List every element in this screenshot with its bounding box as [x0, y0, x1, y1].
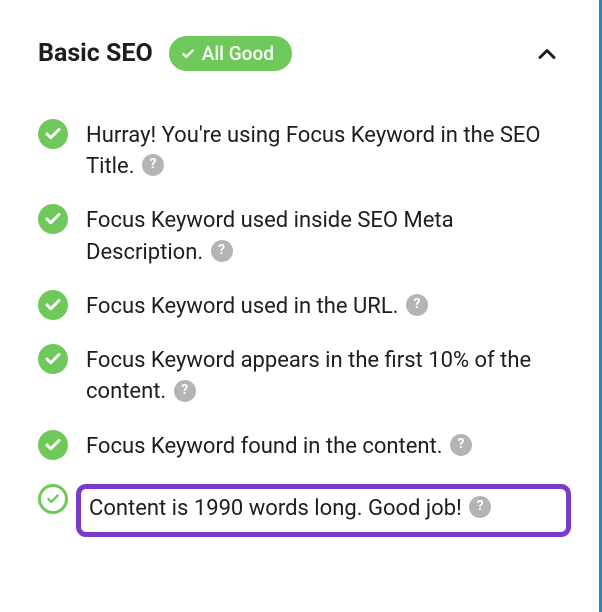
seo-panel: Basic SEO All Good Hurray! You're using … — [0, 0, 599, 555]
panel-title: Basic SEO — [38, 39, 153, 68]
list-item-text: Focus Keyword appears in the first 10% o… — [86, 344, 571, 407]
list-item-text: Focus Keyword used inside SEO Meta Descr… — [86, 204, 571, 267]
seo-checklist: Hurray! You're using Focus Keyword in th… — [38, 119, 571, 537]
help-icon[interactable]: ? — [450, 434, 472, 456]
check-icon — [38, 290, 68, 320]
list-item-label: Focus Keyword appears in the first 10% o… — [86, 348, 531, 404]
help-icon[interactable]: ? — [211, 240, 233, 262]
list-item: Hurray! You're using Focus Keyword in th… — [38, 119, 571, 182]
check-icon — [38, 204, 68, 234]
panel-header[interactable]: Basic SEO All Good — [38, 36, 571, 71]
chevron-up-icon[interactable] — [533, 40, 561, 68]
check-icon — [38, 484, 68, 514]
check-icon — [38, 119, 68, 149]
check-icon — [181, 47, 195, 61]
list-item: Content is 1990 words long. Good job! ? — [38, 484, 571, 537]
list-item: Focus Keyword found in the content. ? — [38, 430, 571, 462]
help-icon[interactable]: ? — [174, 380, 196, 402]
list-item-label: Focus Keyword found in the content. — [86, 434, 443, 459]
list-item-text: Hurray! You're using Focus Keyword in th… — [86, 119, 571, 182]
status-badge: All Good — [169, 36, 292, 71]
list-item-text: Content is 1990 words long. Good job! ? — [76, 484, 571, 537]
list-item-text: Focus Keyword found in the content. ? — [86, 430, 571, 462]
list-item: Focus Keyword appears in the first 10% o… — [38, 344, 571, 407]
help-icon[interactable]: ? — [406, 294, 428, 316]
check-icon — [38, 430, 68, 460]
list-item-label: Focus Keyword used inside SEO Meta Descr… — [86, 208, 454, 264]
list-item: Focus Keyword used inside SEO Meta Descr… — [38, 204, 571, 267]
panel-header-left: Basic SEO All Good — [38, 36, 292, 71]
list-item: Focus Keyword used in the URL. ? — [38, 290, 571, 322]
list-item-label: Content is 1990 words long. Good job! — [89, 496, 462, 521]
list-item-label: Focus Keyword used in the URL. — [86, 294, 398, 319]
help-icon[interactable]: ? — [142, 154, 164, 176]
help-icon[interactable]: ? — [469, 496, 491, 518]
status-badge-label: All Good — [202, 42, 274, 65]
check-icon — [38, 344, 68, 374]
list-item-text: Focus Keyword used in the URL. ? — [86, 290, 571, 322]
